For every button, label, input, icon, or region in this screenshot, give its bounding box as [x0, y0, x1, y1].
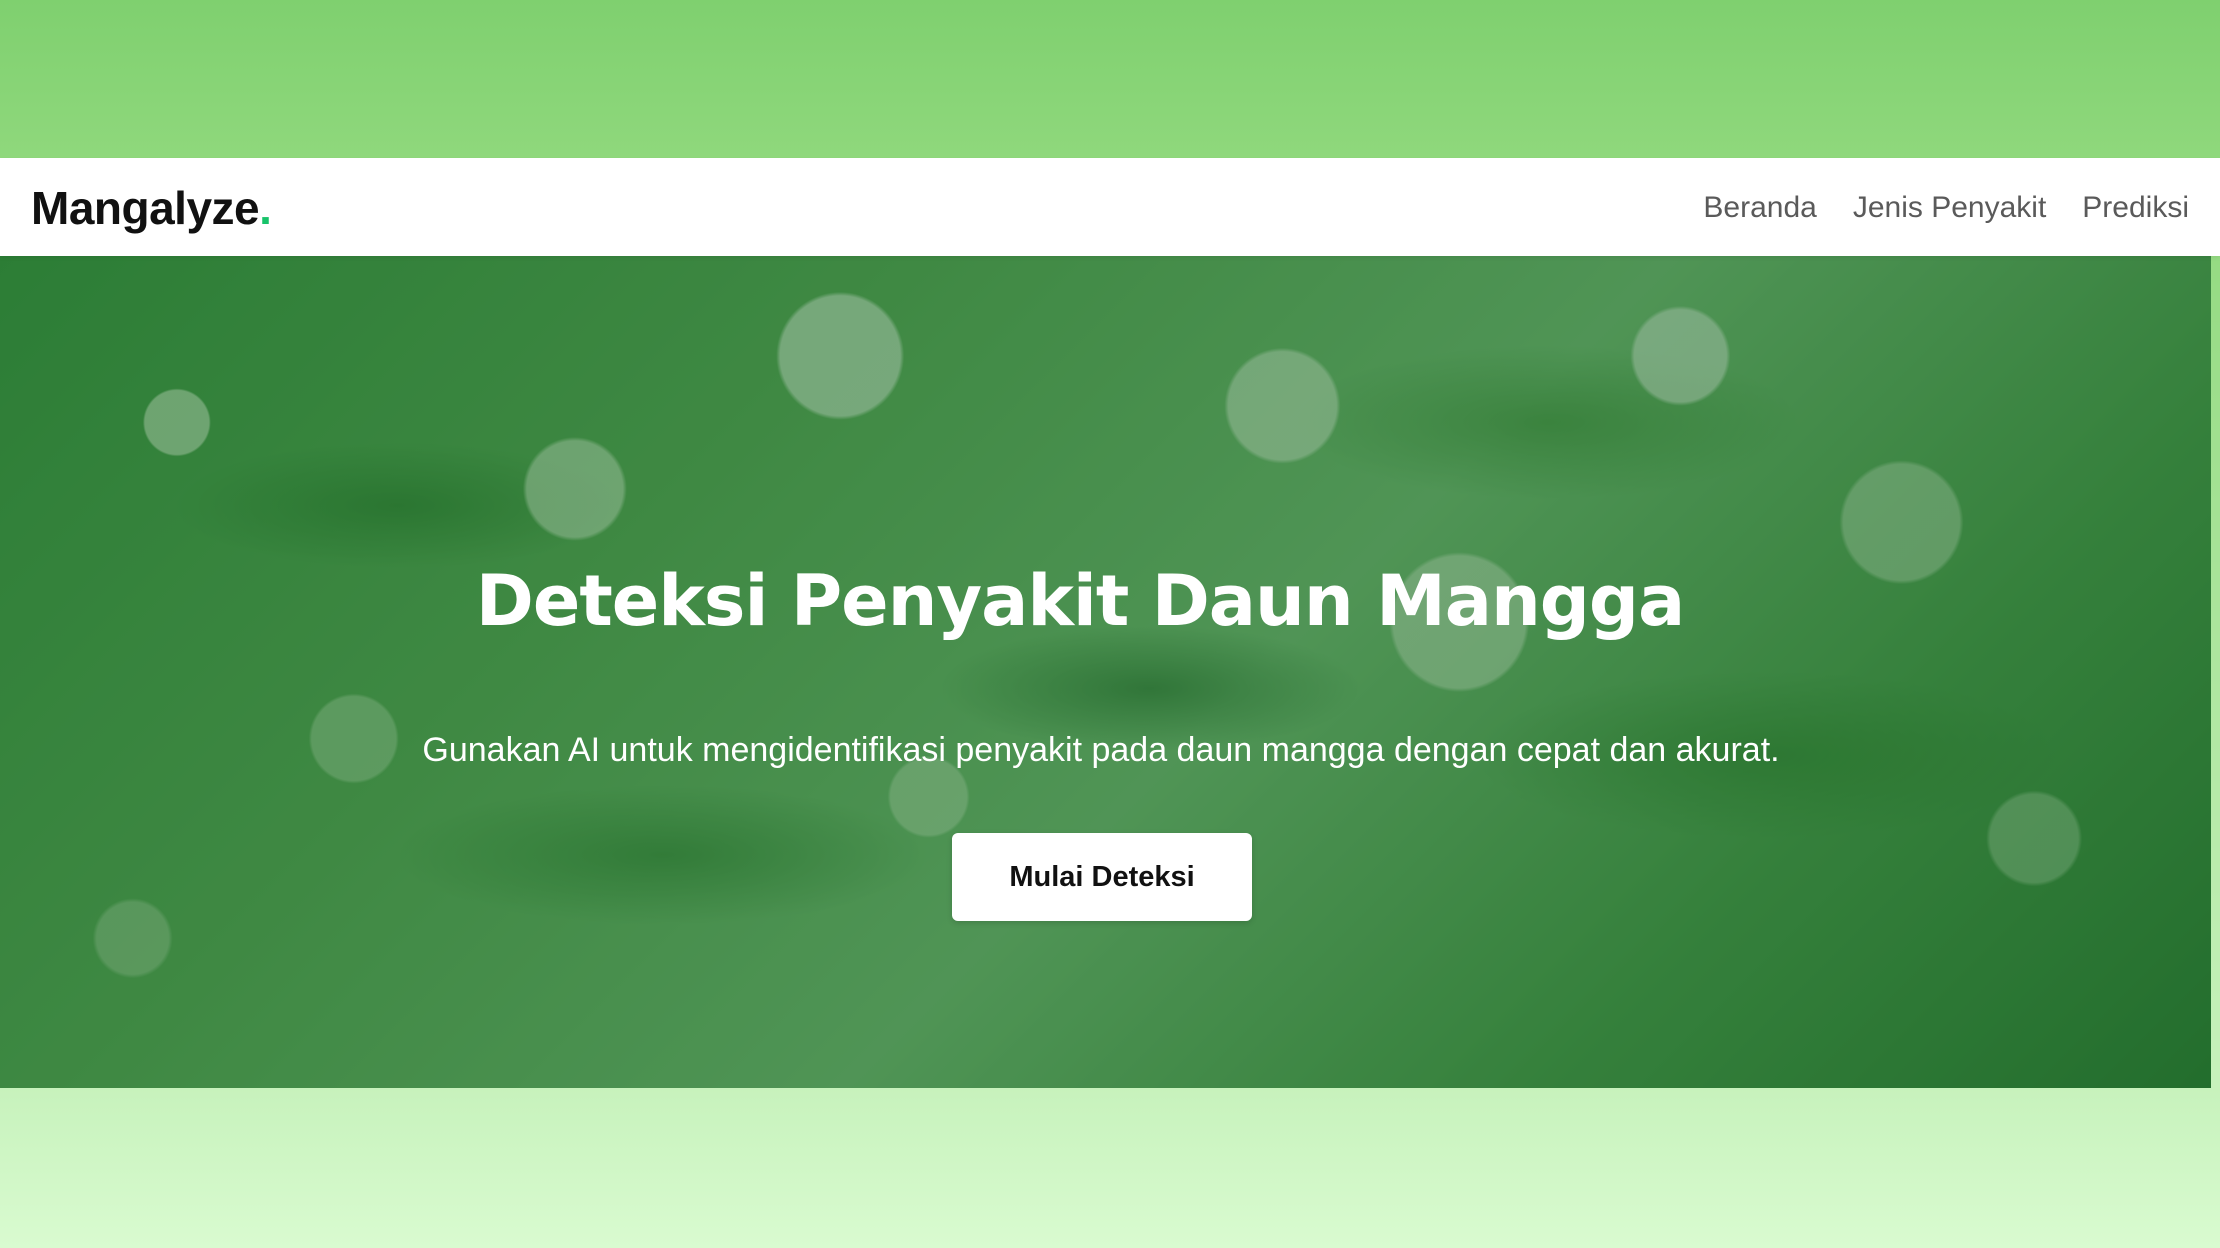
logo-dot: . [259, 182, 272, 234]
page: Mangalyze. Beranda Jenis Penyakit Predik… [0, 0, 2220, 1248]
start-detection-button[interactable]: Mulai Deteksi [952, 833, 1252, 921]
hero-section: Deteksi Penyakit Daun Mangga Gunakan AI … [0, 256, 2211, 1088]
navbar: Mangalyze. Beranda Jenis Penyakit Predik… [0, 158, 2220, 256]
logo[interactable]: Mangalyze. [31, 178, 272, 238]
logo-text: Mangalyze [31, 182, 260, 234]
hero-subtitle: Gunakan AI untuk mengidentifikasi penyak… [422, 731, 1780, 769]
nav-link-prediksi[interactable]: Prediksi [2082, 186, 2189, 230]
nav-link-beranda[interactable]: Beranda [1703, 186, 1816, 230]
hero-title: Deteksi Penyakit Daun Mangga [475, 560, 1686, 642]
nav-links: Beranda Jenis Penyakit Prediksi [1703, 186, 2189, 230]
hero-content: Deteksi Penyakit Daun Mangga Gunakan AI … [0, 256, 2211, 1088]
nav-link-jenis-penyakit[interactable]: Jenis Penyakit [1853, 186, 2046, 230]
